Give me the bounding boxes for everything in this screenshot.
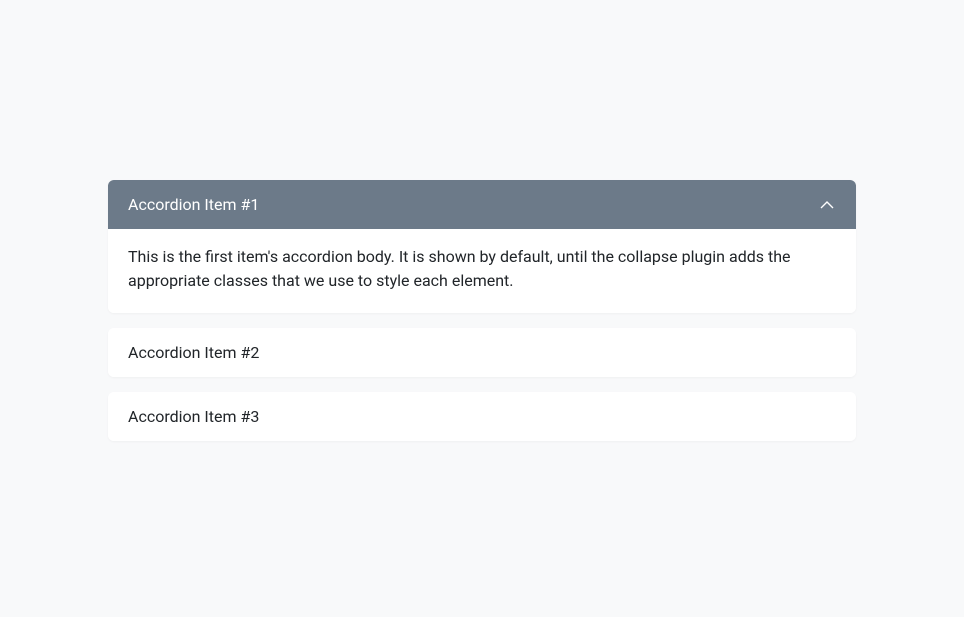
- accordion-title-3: Accordion Item #3: [128, 407, 836, 426]
- accordion-header-3[interactable]: Accordion Item #3: [108, 392, 856, 441]
- accordion-item-3: Accordion Item #3: [108, 392, 856, 441]
- accordion-item-2: Accordion Item #2: [108, 328, 856, 377]
- accordion-title-2: Accordion Item #2: [128, 343, 836, 362]
- accordion-body-1: This is the first item's accordion body.…: [108, 229, 856, 313]
- accordion-item-1: Accordion Item #1 This is the first item…: [108, 180, 856, 313]
- chevron-up-icon: [818, 196, 836, 214]
- accordion: Accordion Item #1 This is the first item…: [108, 180, 856, 441]
- accordion-title-1: Accordion Item #1: [128, 195, 818, 214]
- accordion-header-2[interactable]: Accordion Item #2: [108, 328, 856, 377]
- accordion-header-1[interactable]: Accordion Item #1: [108, 180, 856, 229]
- accordion-container: Accordion Item #1 This is the first item…: [0, 0, 964, 441]
